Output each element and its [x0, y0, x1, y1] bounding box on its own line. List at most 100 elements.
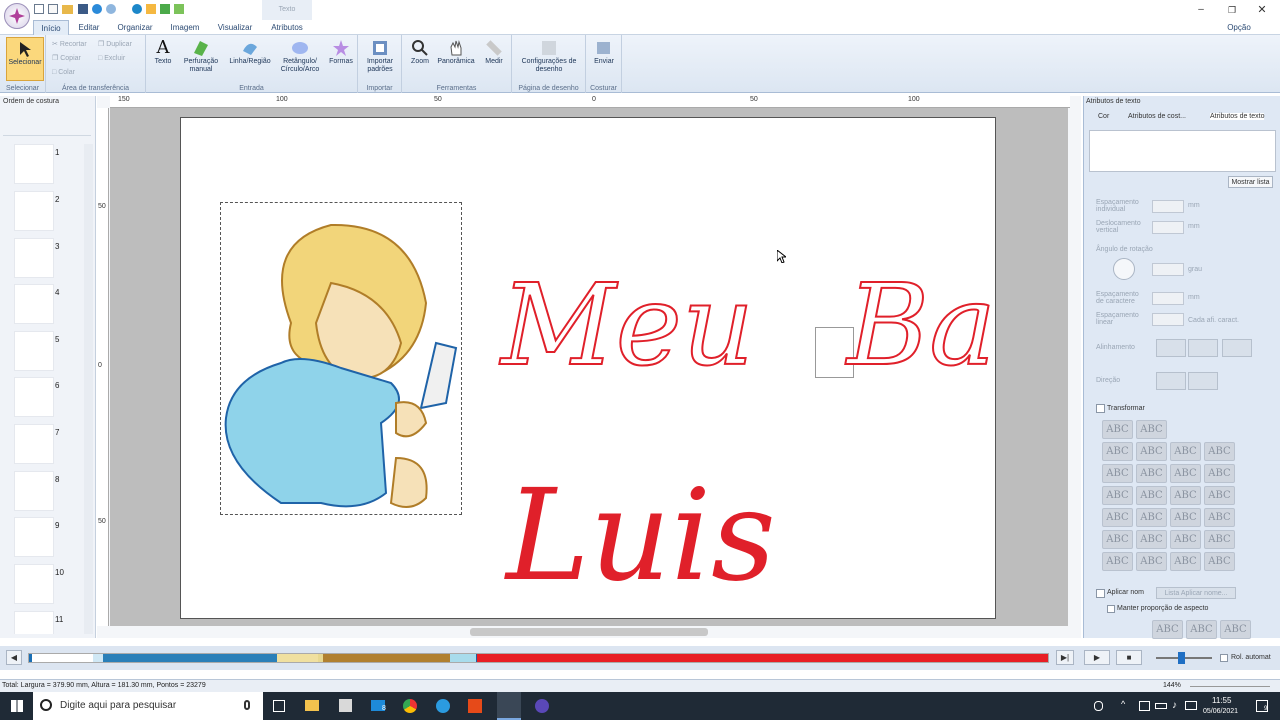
transform-style-option[interactable]: ABC: [1152, 620, 1183, 639]
import-patterns-button[interactable]: Importar padrões: [360, 37, 400, 74]
list-item[interactable]: [14, 331, 54, 371]
folder-icon[interactable]: [62, 5, 73, 14]
transform-style-option[interactable]: ABC: [1136, 552, 1167, 571]
align-left-button[interactable]: [1156, 339, 1186, 357]
transform-style-option[interactable]: ABC: [1170, 530, 1201, 549]
transform-style-option[interactable]: ABC: [1102, 530, 1133, 549]
apply-name-list-button[interactable]: Lista Aplicar nome...: [1156, 587, 1236, 599]
chrome-icon[interactable]: [403, 699, 417, 713]
transform-style-option[interactable]: ABC: [1102, 552, 1133, 571]
maximize-button[interactable]: ❐: [1226, 4, 1238, 16]
thread-color-segment[interactable]: [450, 654, 476, 662]
transform-style-option[interactable]: ABC: [1136, 530, 1167, 549]
tab-editar[interactable]: Editar: [72, 20, 106, 35]
globe-icon[interactable]: [92, 4, 102, 14]
char-spacing-input[interactable]: [1152, 292, 1184, 305]
thread-color-segment[interactable]: [32, 654, 94, 662]
new-icon[interactable]: [34, 4, 44, 14]
tab-imagem[interactable]: Imagem: [164, 20, 206, 35]
transform-style-option[interactable]: ABC: [1186, 620, 1217, 639]
minimize-button[interactable]: –: [1195, 4, 1207, 16]
transform-style-option[interactable]: ABC: [1102, 442, 1133, 461]
rectangle-circle-button[interactable]: Retângulo/ Círculo/Arco: [276, 37, 324, 74]
transform-style-option[interactable]: ABC: [1136, 508, 1167, 527]
text-ba[interactable]: Ba: [846, 269, 995, 383]
tab-organizar[interactable]: Organizar: [112, 20, 158, 35]
office-icon[interactable]: [468, 699, 482, 713]
transform-style-option[interactable]: ABC: [1136, 420, 1167, 439]
transform-style-option[interactable]: ABC: [1170, 486, 1201, 505]
duplicate-button[interactable]: ❐ Duplicar: [98, 39, 132, 50]
transform-style-option[interactable]: ABC: [1204, 464, 1235, 483]
transform-style-option[interactable]: ABC: [1136, 442, 1167, 461]
left-scrollbar[interactable]: [84, 144, 93, 634]
apply-name-checkbox[interactable]: [1096, 589, 1105, 598]
individual-spacing-input[interactable]: [1152, 200, 1184, 213]
rotation-dial[interactable]: [1113, 258, 1135, 280]
thread-color-segment[interactable]: [276, 654, 318, 662]
list-item[interactable]: [14, 611, 54, 634]
zoom-button[interactable]: Zoom: [406, 37, 434, 66]
copy-button[interactable]: ❐ Copiar: [52, 53, 81, 64]
task-view-icon[interactable]: [273, 700, 285, 712]
transform-style-option[interactable]: ABC: [1102, 420, 1133, 439]
baby-embroidery[interactable]: [220, 202, 462, 515]
text-button[interactable]: A Texto: [150, 37, 176, 66]
store-icon[interactable]: [339, 699, 352, 712]
thread-color-segment[interactable]: [93, 654, 104, 662]
show-list-button[interactable]: Mostrar lista: [1228, 176, 1273, 188]
play-button[interactable]: ▶: [1084, 650, 1110, 665]
tray-keyboard-icon[interactable]: [1185, 701, 1197, 710]
check-icon[interactable]: [174, 4, 184, 14]
cut-button[interactable]: ✂ Recortar: [52, 39, 87, 50]
speed-slider-thumb[interactable]: [1178, 652, 1185, 664]
transform-style-option[interactable]: ABC: [1102, 508, 1133, 527]
tray-battery-icon[interactable]: [1155, 703, 1167, 709]
autoroll-checkbox[interactable]: [1220, 654, 1228, 662]
text-meu[interactable]: Meu: [500, 269, 755, 383]
edge-icon[interactable]: [436, 699, 450, 713]
tab-text-attributes[interactable]: Atributos de texto: [1210, 113, 1265, 120]
transform-style-option[interactable]: ABC: [1170, 464, 1201, 483]
tab-atributos[interactable]: Atributos: [266, 20, 308, 35]
app-icon-2[interactable]: [535, 699, 549, 713]
clock-time[interactable]: 11:55: [1212, 696, 1231, 705]
app-logo[interactable]: [4, 3, 30, 29]
transform-style-option[interactable]: ABC: [1204, 530, 1235, 549]
line-region-button[interactable]: Linha/Região: [226, 37, 274, 66]
undo-icon[interactable]: [132, 4, 142, 14]
send-button[interactable]: Enviar: [588, 37, 620, 66]
delete-button[interactable]: □ Excluir: [98, 53, 125, 64]
list-item[interactable]: [14, 191, 54, 231]
keep-aspect-checkbox[interactable]: [1107, 605, 1115, 613]
list-item[interactable]: [14, 238, 54, 278]
transform-style-option[interactable]: ABC: [1136, 464, 1167, 483]
manual-punch-button[interactable]: Perfuração manual: [180, 37, 222, 74]
file-explorer-icon[interactable]: [305, 700, 319, 711]
select-button[interactable]: Selecionar: [6, 37, 44, 81]
vertical-offset-input[interactable]: [1152, 221, 1184, 234]
transform-style-option[interactable]: ABC: [1170, 442, 1201, 461]
vertical-scrollbar[interactable]: [1068, 108, 1080, 626]
pan-button[interactable]: Panorâmica: [436, 37, 476, 66]
options-menu[interactable]: Opção: [1222, 20, 1256, 35]
measure-button[interactable]: Medir: [480, 37, 508, 66]
list-item[interactable]: [14, 424, 54, 464]
list-item[interactable]: [14, 517, 54, 557]
paste-button[interactable]: □ Colar: [52, 67, 75, 78]
direction-horizontal-button[interactable]: [1156, 372, 1186, 390]
embroidery-app-icon[interactable]: [497, 692, 521, 720]
transform-style-option[interactable]: ABC: [1204, 486, 1235, 505]
rewind-button[interactable]: ◀: [6, 650, 22, 665]
tray-chevron-icon[interactable]: ^: [1121, 699, 1125, 709]
thread-color-segment[interactable]: [476, 654, 1048, 662]
text-luis[interactable]: Luis: [506, 473, 776, 599]
design-settings-button[interactable]: Configurações de desenho: [516, 37, 582, 74]
close-button[interactable]: ✕: [1256, 4, 1268, 16]
settings-icon[interactable]: [106, 4, 116, 14]
rotation-input[interactable]: [1152, 263, 1184, 276]
direction-vertical-button[interactable]: [1188, 372, 1218, 390]
thread-color-segment[interactable]: [322, 654, 451, 662]
list-item[interactable]: [14, 284, 54, 324]
speed-slider[interactable]: [1156, 652, 1212, 664]
